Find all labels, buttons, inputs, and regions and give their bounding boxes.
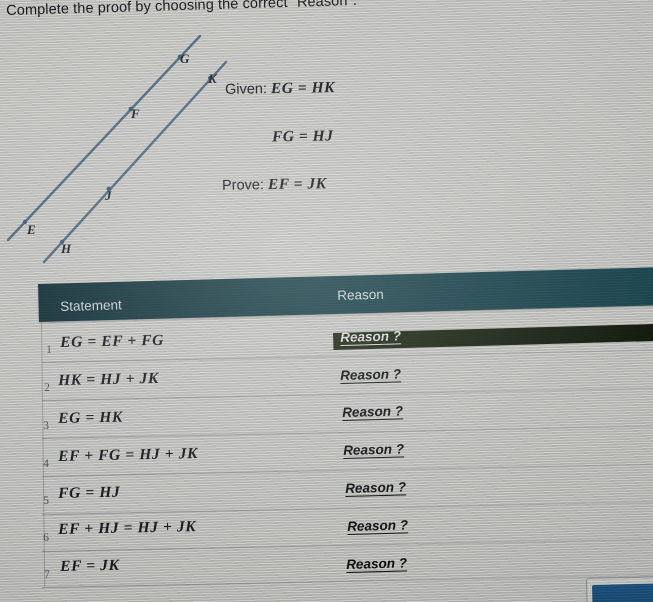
row-separator-5	[42, 501, 653, 515]
reason-link-4[interactable]: Reason ?	[343, 441, 404, 458]
row-separator-4	[42, 463, 653, 477]
row-separator-6	[42, 538, 653, 552]
column-header-statement: Statement	[60, 297, 122, 314]
reason-link-3[interactable]: Reason ?	[342, 403, 403, 420]
statement-cell: EG = EF + FG	[60, 331, 165, 351]
row-separator-2	[42, 387, 653, 401]
reason-link-7[interactable]: Reason ?	[346, 555, 407, 572]
statement-cell: EF + FG = HJ + JK	[58, 445, 199, 465]
statement-cell: HK = HJ + JK	[58, 369, 159, 389]
reason-link-6[interactable]: Reason ?	[347, 517, 408, 534]
row-separator-7	[42, 574, 653, 588]
submit-button[interactable]	[592, 583, 653, 602]
statement-cell: FG = HJ	[58, 483, 121, 502]
statement-cell: EF = JK	[60, 556, 120, 575]
worksheet-screenshot: Complete the proof by choosing the corre…	[0, 0, 653, 602]
row-number: 5	[43, 494, 50, 507]
reason-link-5[interactable]: Reason ?	[345, 479, 406, 496]
reason-link-2[interactable]: Reason ?	[340, 366, 401, 383]
statement-cell: EG = HK	[58, 408, 124, 427]
row-number: 7	[44, 568, 51, 581]
statement-cell: EF + HJ = HJ + JK	[58, 518, 197, 538]
row-number: 4	[43, 457, 50, 470]
column-header-reason: Reason	[337, 286, 384, 303]
row-number: 2	[44, 381, 51, 394]
row-number: 3	[43, 419, 50, 432]
row-separator-1	[42, 349, 653, 363]
proof-table: Statement Reason 1 EG = EF + FG Reason ?…	[0, 0, 653, 602]
row-number: 1	[46, 343, 53, 356]
row-separator-3	[42, 425, 653, 439]
reason-link-1[interactable]: Reason ?	[340, 328, 401, 345]
row-number: 6	[43, 531, 50, 544]
